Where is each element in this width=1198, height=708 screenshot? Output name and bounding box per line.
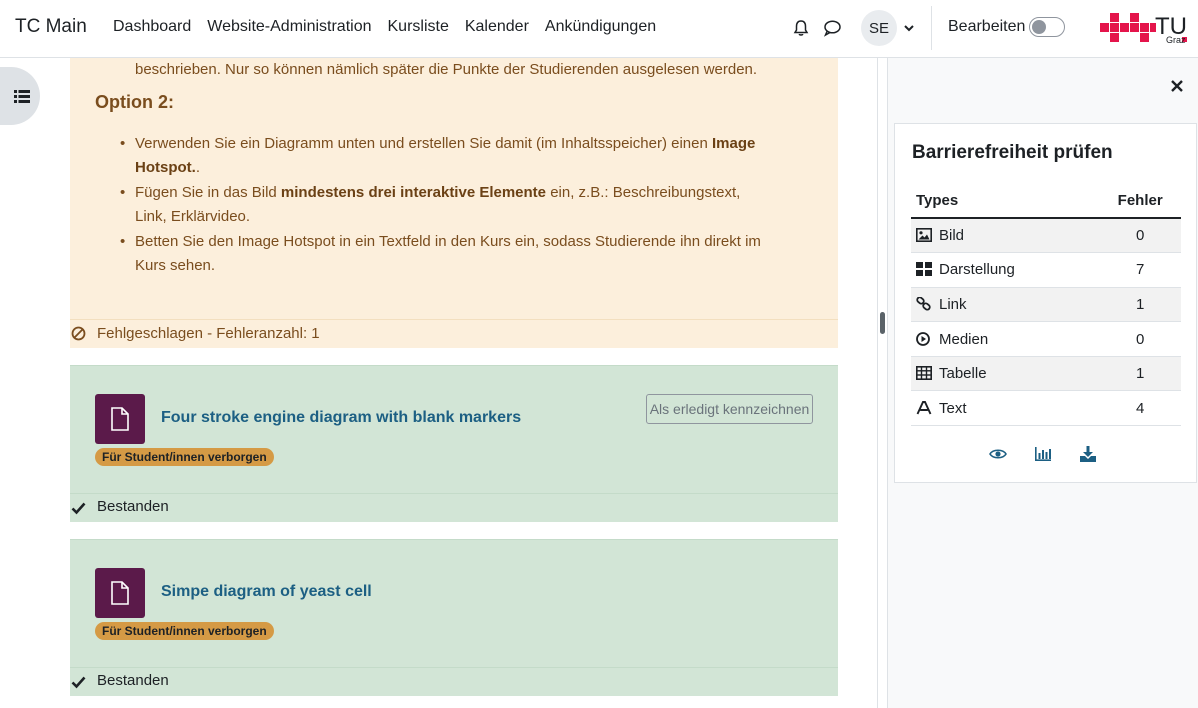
error-count: 4: [1099, 390, 1181, 427]
column-header-types: Types: [911, 184, 1100, 219]
file-icon[interactable]: [95, 568, 145, 618]
type-label: Bild: [939, 227, 965, 245]
font-icon: [916, 400, 932, 415]
instruction-item: Betten Sie den Image Hotspot in ein Text…: [120, 230, 775, 278]
close-icon[interactable]: [1170, 79, 1184, 93]
list-icon: [14, 89, 30, 103]
table-row[interactable]: Tabelle 1: [911, 356, 1181, 392]
edit-mode-toggle[interactable]: [1029, 17, 1065, 37]
instruction-text: Fügen Sie in das Bild: [135, 184, 281, 201]
play-circle-icon: [916, 331, 930, 346]
layout-grid-icon: [916, 262, 932, 277]
hidden-from-students-badge: Für Student/innen verborgen: [95, 448, 274, 466]
user-avatar[interactable]: SE: [861, 10, 897, 46]
course-index-toggle-button[interactable]: [0, 67, 40, 125]
nav-link-course-list[interactable]: Kursliste: [388, 18, 449, 36]
table-row[interactable]: Darstellung 7: [911, 252, 1181, 288]
instruction-item: Verwenden Sie ein Diagramm unten und ers…: [120, 132, 775, 180]
image-icon: [916, 228, 932, 243]
logo-subtext: Graz: [1166, 35, 1186, 45]
instruction-bold-text: mindestens drei interaktive Elemente: [280, 184, 547, 201]
primary-navigation: Dashboard Website-Administration Kurslis…: [113, 18, 672, 36]
instruction-text: Betten Sie den Image Hotspot in ein Text…: [135, 233, 761, 274]
passed-status-bar: Bestanden: [70, 667, 838, 696]
drawer-resize-handle[interactable]: [880, 312, 885, 334]
table-icon: [916, 366, 932, 381]
activity-title-link[interactable]: Simpe diagram of yeast cell: [161, 583, 372, 601]
messages-icon[interactable]: [823, 19, 842, 37]
passed-status-text: Bestanden: [97, 498, 169, 515]
failed-status-bar: Fehlgeschlagen - Fehleranzahl: 1: [70, 319, 838, 348]
error-count: 7: [1099, 252, 1181, 288]
error-count: 0: [1099, 321, 1181, 357]
instruction-item: Fügen Sie in das Bild mindestens drei in…: [120, 181, 775, 229]
eye-icon[interactable]: [989, 446, 1007, 462]
instruction-text: .: [195, 159, 200, 176]
nav-link-announcements[interactable]: Ankündigungen: [545, 18, 656, 36]
bar-chart-icon[interactable]: [1034, 446, 1052, 462]
table-row[interactable]: Link 1: [911, 287, 1181, 323]
mark-as-done-button[interactable]: Als erledigt kennzeichnen: [646, 394, 813, 424]
hidden-from-students-badge: Für Student/innen verborgen: [95, 622, 274, 640]
type-label: Tabelle: [939, 365, 987, 383]
nav-link-dashboard[interactable]: Dashboard: [113, 18, 191, 36]
chevron-down-icon[interactable]: [903, 22, 915, 34]
notification-bell-icon[interactable]: [792, 19, 810, 37]
section-intro-text: beschrieben. Nur so können nämlich späte…: [135, 61, 758, 78]
activity-card: Simpe diagram of yeast cell Für Student/…: [70, 539, 838, 696]
table-row[interactable]: Text 4: [911, 390, 1181, 427]
drawer-splitter: [877, 58, 888, 708]
error-count: 1: [1099, 287, 1181, 323]
error-count: 1: [1099, 356, 1181, 392]
activity-card: Four stroke engine diagram with blank ma…: [70, 365, 838, 522]
tu-graz-logo[interactable]: TU Graz: [1099, 10, 1189, 46]
file-icon[interactable]: [95, 394, 145, 444]
failed-section-card: beschrieben. Nur so können nämlich späte…: [70, 58, 838, 348]
type-label: Darstellung: [939, 261, 1015, 279]
accessibility-results-table: Types Fehler Bild 0 Darstellung 7 Link 1…: [911, 184, 1181, 427]
link-icon: [916, 296, 931, 311]
passed-status-text: Bestanden: [97, 672, 169, 689]
failed-status-text: Fehlgeschlagen - Fehleranzahl: 1: [97, 325, 320, 342]
download-icon[interactable]: [1079, 446, 1097, 462]
passed-status-bar: Bestanden: [70, 493, 838, 522]
navbar-divider: [931, 6, 932, 50]
activity-title-link[interactable]: Four stroke engine diagram with blank ma…: [161, 409, 521, 427]
table-row[interactable]: Medien 0: [911, 321, 1181, 357]
error-count: 0: [1099, 218, 1181, 254]
edit-mode-label: Bearbeiten: [948, 18, 1026, 35]
check-icon: [71, 676, 86, 689]
type-label: Medien: [939, 330, 989, 348]
type-label: Text: [939, 399, 967, 417]
panel-actions: [989, 446, 1097, 462]
site-brand[interactable]: TC Main: [15, 16, 87, 38]
panel-title: Barrierefreiheit prüfen: [912, 142, 1113, 163]
type-label: Link: [939, 295, 967, 313]
accessibility-check-panel: Barrierefreiheit prüfen Types Fehler Bil…: [894, 123, 1197, 483]
instruction-list: Verwenden Sie ein Diagramm unten und ers…: [120, 132, 775, 279]
nav-link-calendar[interactable]: Kalender: [465, 18, 529, 36]
instruction-text: Verwenden Sie ein Diagramm unten und ers…: [135, 135, 712, 152]
ban-icon: [71, 326, 86, 341]
top-navbar: TC Main Dashboard Website-Administration…: [0, 0, 1198, 58]
nav-link-site-admin[interactable]: Website-Administration: [207, 18, 371, 36]
table-row[interactable]: Bild 0: [911, 218, 1181, 254]
check-icon: [71, 502, 86, 515]
column-header-errors: Fehler: [1099, 184, 1181, 219]
option-heading: Option 2:: [95, 92, 174, 112]
